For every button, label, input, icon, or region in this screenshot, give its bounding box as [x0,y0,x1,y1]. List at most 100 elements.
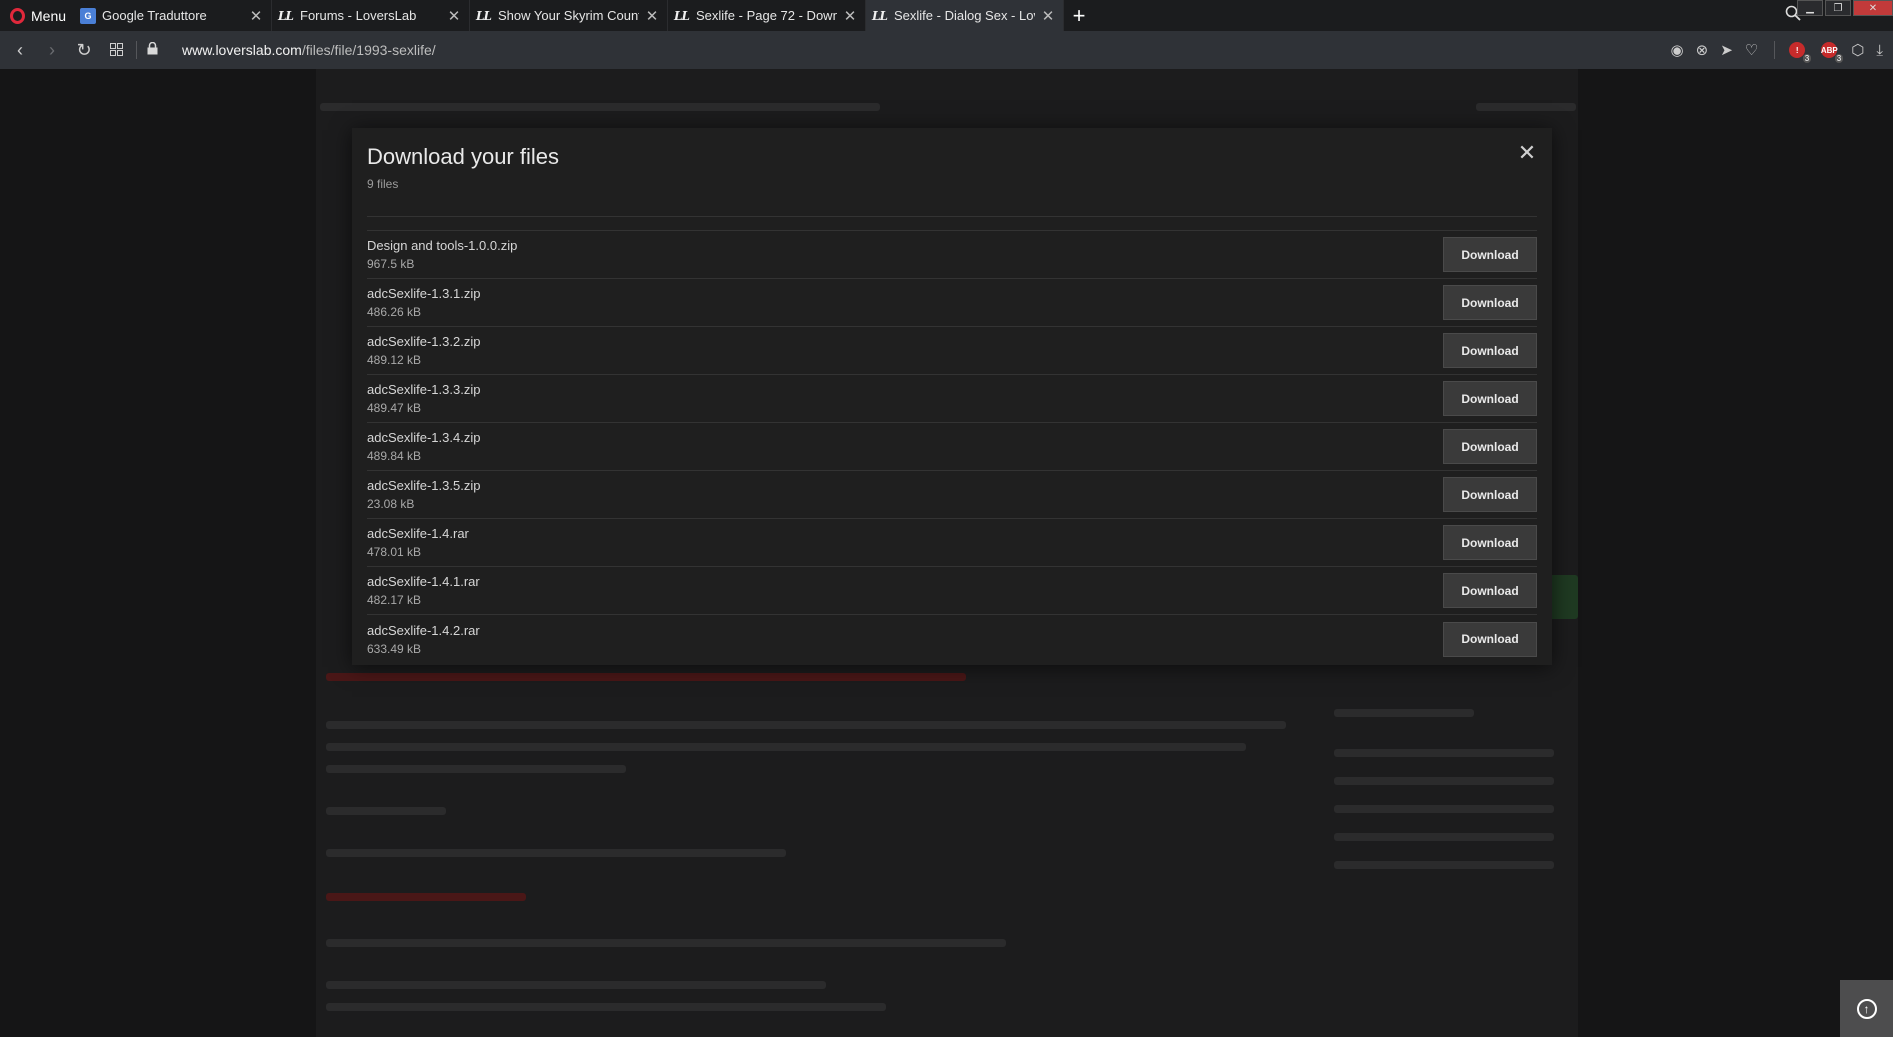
tab-sexlife-dialog[interactable]: LL Sexlife - Dialog Sex - Lover ✕ [866,0,1064,31]
loverslab-icon: LL [872,8,888,23]
tracker-blocker-icon[interactable]: ⊗ [1696,41,1709,59]
url-path: /files/file/1993-sexlife/ [301,42,436,58]
download-button[interactable]: Download [1443,477,1537,512]
window-close-icon[interactable]: ✕ [1853,0,1893,16]
tab-title: Sexlife - Page 72 - Downloa [696,8,837,23]
url-domain: www.loverslab.com [182,42,302,58]
file-name: adcSexlife-1.4.rar [367,526,469,541]
file-info: adcSexlife-1.4.rar 478.01 kB [367,526,469,559]
download-button[interactable]: Download [1443,573,1537,608]
file-count: 9 files [367,177,399,191]
toolbar-divider [136,41,137,59]
file-name: adcSexlife-1.3.3.zip [367,382,481,397]
close-icon[interactable]: ✕ [843,7,857,25]
downloads-icon[interactable]: ⤓ [1876,42,1883,59]
close-icon[interactable]: ✕ [1516,142,1538,164]
file-info: adcSexlife-1.3.2.zip 489.12 kB [367,334,480,367]
file-row: adcSexlife-1.3.4.zip 489.84 kB Download [367,423,1537,471]
tab-title: Show Your Skyrim Counter [498,8,639,23]
file-info: adcSexlife-1.3.5.zip 23.08 kB [367,478,480,511]
lock-icon[interactable] [147,41,158,58]
menu-label: Menu [31,7,67,24]
tab-sexlife-page72[interactable]: LL Sexlife - Page 72 - Downloa ✕ [668,0,866,31]
file-size: 489.84 kB [367,449,422,463]
file-row: adcSexlife-1.3.1.zip 486.26 kB Download [367,279,1537,327]
file-name: adcSexlife-1.3.2.zip [367,334,481,349]
file-size: 486.26 kB [367,305,422,319]
window-controls: ▁ ❐ ✕ [1797,0,1893,18]
tab-title: Sexlife - Dialog Sex - Lover [894,8,1035,23]
file-name: adcSexlife-1.3.1.zip [367,286,481,301]
file-name: adcSexlife-1.4.1.rar [367,574,480,589]
file-size: 23.08 kB [367,497,415,511]
file-info: adcSexlife-1.3.1.zip 486.26 kB [367,286,480,319]
file-size: 489.12 kB [367,353,422,367]
download-button[interactable]: Download [1443,429,1537,464]
file-info: adcSexlife-1.3.4.zip 489.84 kB [367,430,480,463]
file-size: 633.49 kB [367,641,422,656]
snapshot-icon[interactable]: ◉ [1671,41,1684,59]
tab-title: Forums - LoversLab [300,8,417,23]
file-info: adcSexlife-1.4.1.rar 482.17 kB [367,574,480,607]
adblock-plus-icon[interactable]: ABP 3 [1819,40,1844,63]
restore-icon[interactable]: ❐ [1825,0,1851,16]
file-row: adcSexlife-1.4.2.rar 633.49 kB Download [367,615,1537,663]
file-size: 478.01 kB [367,545,422,559]
scroll-to-top-button[interactable]: ↑ [1840,980,1893,1037]
file-name: adcSexlife-1.4.2.rar [367,622,480,638]
back-icon[interactable]: ‹ [4,40,36,61]
download-modal: Download your files 9 files ✕ Design and… [352,128,1552,665]
extension-a-icon[interactable]: ! 3 [1787,40,1812,63]
close-icon[interactable]: ✕ [249,7,263,25]
file-name: adcSexlife-1.3.5.zip [367,478,481,493]
download-button[interactable]: Download [1443,381,1537,416]
download-button[interactable]: Download [1443,285,1537,320]
cube-extension-icon[interactable]: ⬡ [1851,41,1864,59]
reload-icon[interactable]: ↻ [68,40,100,61]
file-row: adcSexlife-1.3.5.zip 23.08 kB Download [367,471,1537,519]
arrow-up-icon: ↑ [1856,998,1877,1019]
close-icon[interactable]: ✕ [645,7,659,25]
flow-send-icon[interactable]: ➤ [1720,41,1733,59]
download-button[interactable]: Download [1443,525,1537,560]
download-button[interactable]: Download [1443,333,1537,368]
file-size: 967.5 kB [367,257,415,271]
tab-strip: Menu G Google Traduttore ✕ LL Forums - L… [0,0,1893,31]
new-tab-button[interactable]: + [1064,0,1094,31]
loverslab-icon: LL [278,8,294,23]
speed-dial-icon[interactable] [100,40,132,61]
opera-logo-icon [10,7,25,24]
heart-icon[interactable]: ♡ [1745,41,1758,59]
file-list: Design and tools-1.0.0.zip 967.5 kB Downlo… [367,230,1537,663]
close-icon[interactable]: ✕ [447,7,461,25]
tab-forums[interactable]: LL Forums - LoversLab ✕ [272,0,470,31]
file-info: Design and tools-1.0.0.zip 967.5 kB [367,238,517,271]
file-size: 482.17 kB [367,593,422,607]
file-info: adcSexlife-1.3.3.zip 489.47 kB [367,382,480,415]
loverslab-icon: LL [674,8,690,23]
address-bar: ‹ › ↻ www.loverslab.com/files/file/1993-… [0,31,1893,69]
file-row: Design and tools-1.0.0.zip 967.5 kB Downlo… [367,231,1537,279]
file-row: adcSexlife-1.3.2.zip 489.12 kB Download [367,327,1537,375]
close-icon[interactable]: ✕ [1041,7,1055,25]
file-name: adcSexlife-1.3.4.zip [367,430,481,445]
file-row: adcSexlife-1.4.1.rar 482.17 kB Download [367,567,1537,615]
opera-menu-button[interactable]: Menu [0,0,74,31]
url-field[interactable]: www.loverslab.com/files/file/1993-sexlif… [182,42,436,58]
forward-icon[interactable]: › [36,40,68,61]
toolbar-extensions: ◉ ⊗ ➤ ♡ ! 3 ABP 3 ⬡ ⤓ [1671,31,1883,69]
tab-skyrim-counter[interactable]: LL Show Your Skyrim Counter ✕ [470,0,668,31]
modal-title: Download your files [367,144,559,169]
file-size: 489.47 kB [367,401,422,415]
divider [367,216,1537,217]
minimize-icon[interactable]: ▁ [1797,0,1823,16]
file-name: Design and tools-1.0.0.zip [367,238,518,253]
google-translate-icon: G [80,7,96,24]
tab-google-translate[interactable]: G Google Traduttore ✕ [74,0,272,31]
file-row: adcSexlife-1.3.3.zip 489.47 kB Download [367,375,1537,423]
download-button[interactable]: Download [1443,621,1537,657]
file-info: adcSexlife-1.4.2.rar 633.49 kB [367,623,480,656]
loverslab-icon: LL [476,8,492,23]
download-button[interactable]: Download [1443,237,1537,272]
file-row: adcSexlife-1.4.rar 478.01 kB Download [367,519,1537,567]
